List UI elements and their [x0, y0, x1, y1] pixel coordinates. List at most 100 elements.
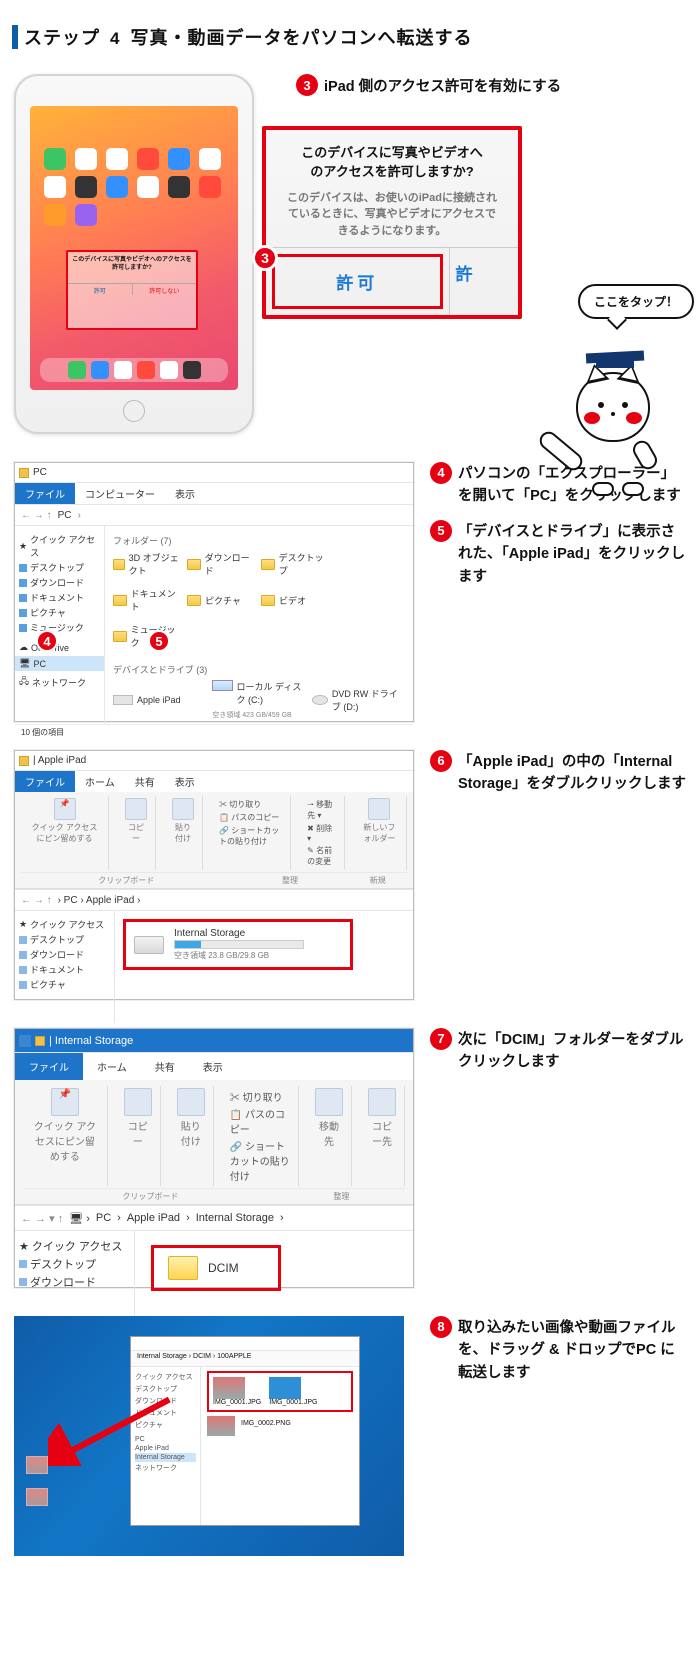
device-local-c[interactable]: ローカル ディスク (C:) 空き領域 423 GB/459 GB: [212, 680, 305, 720]
ipad-dock: [40, 358, 228, 382]
ex1-tab-computer[interactable]: コンピューター: [75, 483, 165, 504]
ex3-sidebar: ★ クイック アクセス デスクトップ ダウンロード: [15, 1231, 135, 1323]
mini-dialog-deny[interactable]: 許可しない: [132, 284, 197, 295]
delete-cmd[interactable]: ✖ 削除 ▾: [307, 822, 336, 844]
internal-storage-item[interactable]: Internal Storage 空き領域 23.8 GB/29.8 GB: [123, 919, 353, 970]
selected-files-box[interactable]: IMG_0001.JPG IMG_0001.JPG: [207, 1371, 353, 1412]
ex1-main: フォルダー (7) 3D オブジェクト ダウンロード デスクトップ ドキュメント…: [105, 526, 413, 724]
ex2-side-document[interactable]: ドキュメント: [19, 962, 110, 977]
folder-download[interactable]: ダウンロード: [187, 551, 257, 577]
image-file-icon[interactable]: [26, 1488, 48, 1506]
device-apple-ipad[interactable]: Apple iPad: [113, 680, 206, 720]
folder-video[interactable]: ビデオ: [261, 587, 331, 613]
instruction-5: 5 「デバイスとドライブ」に表示された、「Apple iPad」をクリックします: [430, 520, 686, 588]
side-onedrive[interactable]: ☁ OneDrive: [19, 641, 100, 654]
desktop-explorer-window: Internal Storage › DCIM › 100APPLE クイック …: [130, 1336, 360, 1526]
ex2-tab-file[interactable]: ファイル: [15, 771, 75, 792]
side-quick[interactable]: ★ クイック アクセス: [19, 532, 100, 560]
desk-address[interactable]: Internal Storage › DCIM › 100APPLE: [131, 1351, 359, 1367]
drive-icon: [134, 936, 164, 954]
mini-dialog-allow[interactable]: 許可: [68, 284, 132, 295]
thumb-icon[interactable]: [207, 1416, 235, 1436]
ex2-side-quick[interactable]: ★ クイック アクセス: [19, 917, 110, 932]
ex2-side-picture[interactable]: ピクチャ: [19, 977, 110, 992]
speech-bubble: ここをタップ！: [578, 284, 694, 319]
step-title: ステップ 4 写真・動画データをパソコンへ転送する: [24, 24, 473, 50]
side-network[interactable]: 🖧 ネットワーク: [19, 673, 100, 691]
ex3-tab-view[interactable]: 表示: [189, 1053, 237, 1080]
rename-cmd[interactable]: ✎ 名前の変更: [307, 844, 336, 868]
step-prefix: ステップ: [24, 28, 100, 48]
badge-8: 8: [430, 1316, 452, 1338]
ex1-titlebar: PC: [15, 463, 413, 483]
ex1-address-bar[interactable]: ← → ↑ PC›: [15, 504, 413, 526]
ex3-side-desktop[interactable]: デスクトップ: [19, 1255, 130, 1273]
ex3-ribbon: 📌 クイック アクセスにピン留めする コピー 貼り付け ✂ 切り取り 📋 パスの…: [15, 1080, 413, 1205]
paste-icon[interactable]: [177, 1088, 205, 1116]
folder-3d[interactable]: 3D オブジェクト: [113, 551, 183, 577]
explorer-icon: [19, 468, 29, 478]
folder-dcim[interactable]: DCIM: [151, 1245, 281, 1291]
image-file-icon[interactable]: [26, 1456, 48, 1474]
instruction-7: 7 次に「DCIM」フォルダーをダブルクリックします: [430, 1028, 686, 1074]
ex2-tab-view[interactable]: 表示: [165, 771, 205, 792]
badge-6: 6: [430, 750, 452, 772]
side-music[interactable]: ミュージック: [19, 620, 100, 635]
popup-allow-button[interactable]: 許可: [272, 254, 443, 309]
device-dvd[interactable]: DVD RW ドライブ (D:): [312, 680, 405, 720]
ex1-tab-file[interactable]: ファイル: [15, 483, 75, 504]
side-picture[interactable]: ピクチャ: [19, 605, 100, 620]
pin-icon[interactable]: 📌: [54, 798, 76, 820]
ex2-side-desktop[interactable]: デスクトップ: [19, 932, 110, 947]
paste-icon[interactable]: [172, 798, 194, 820]
drive-freespace: 空き領域 23.8 GB/29.8 GB: [174, 950, 304, 961]
ex2-side-download[interactable]: ダウンロード: [19, 947, 110, 962]
ex3-side-download[interactable]: ダウンロード: [19, 1273, 130, 1291]
newfolder-icon[interactable]: [368, 798, 390, 820]
ex2-address-bar[interactable]: ← → ↑ › PC › Apple iPad ›: [15, 889, 413, 911]
desktop-screenshot: Internal Storage › DCIM › 100APPLE クイック …: [14, 1316, 414, 1556]
copy-icon[interactable]: [124, 1088, 152, 1116]
mini-dialog-title: このデバイスに写真やビデオへのアクセスを許可しますか?: [72, 257, 192, 272]
moveto-cmd[interactable]: ⇀ 移動先 ▾: [307, 798, 336, 822]
pastesc-cmd[interactable]: 🔗 ショートカットの貼り付け: [219, 824, 282, 848]
ex1-statusbar: 10 個の項目: [15, 724, 413, 740]
cut-cmd[interactable]: ✂ 切り取り: [219, 798, 282, 811]
popup-title: このデバイスに写真やビデオへ のアクセスを許可しますか?: [266, 130, 518, 186]
desktop-target-icons[interactable]: [26, 1456, 48, 1506]
step-header: ステップ 4 写真・動画データをパソコンへ転送する: [0, 0, 700, 68]
pin-icon[interactable]: 📌: [51, 1088, 79, 1116]
ipad-home-button[interactable]: [123, 400, 145, 422]
folder-document[interactable]: ドキュメント: [113, 587, 183, 613]
copypath-cmd[interactable]: 📋 パスのコピー: [219, 811, 282, 824]
ex1-tab-view[interactable]: 表示: [165, 483, 205, 504]
ipad-app-grid: [44, 148, 224, 226]
ipad-mini-dialog: このデバイスに写真やビデオへのアクセスを許可しますか? 許可 許可しない: [66, 250, 198, 330]
ex3-tab-home[interactable]: ホーム: [83, 1053, 141, 1080]
popup-allow-cut[interactable]: 許: [449, 248, 519, 315]
row-ipad-permission: このデバイスに写真やビデオへのアクセスを許可しますか? 許可 許可しない 3 i…: [0, 68, 700, 456]
ex2-tab-home[interactable]: ホーム: [75, 771, 125, 792]
side-document[interactable]: ドキュメント: [19, 590, 100, 605]
ex3-address-bar[interactable]: ← → ▾ ↑ 🖥 › PC › Apple iPad › Internal S…: [15, 1205, 413, 1231]
thumb-icon[interactable]: [213, 1377, 245, 1399]
ex2-tab-share[interactable]: 共有: [125, 771, 165, 792]
explorer-pc-window: PC ファイル コンピューター 表示 ← → ↑ PC› ★ クイック アクセス…: [14, 462, 414, 722]
ex3-tab-file[interactable]: ファイル: [15, 1053, 83, 1080]
side-download[interactable]: ダウンロード: [19, 575, 100, 590]
copypath-cmd[interactable]: 📋 パスのコピー: [230, 1105, 290, 1137]
badge-5-overlay: 5: [148, 630, 170, 652]
copy-icon[interactable]: [125, 798, 147, 820]
side-pc[interactable]: 🖥 PC: [15, 656, 104, 671]
ex3-side-quick[interactable]: ★ クイック アクセス: [19, 1237, 130, 1255]
thumb-icon[interactable]: [269, 1377, 301, 1399]
pastesc-cmd[interactable]: 🔗 ショートカットの貼り付け: [230, 1137, 290, 1184]
ipad-device: このデバイスに写真やビデオへのアクセスを許可しますか? 許可 許可しない: [14, 74, 254, 434]
cut-cmd[interactable]: ✂ 切り取り: [230, 1088, 290, 1105]
copyto-icon[interactable]: [368, 1088, 396, 1116]
side-desktop[interactable]: デスクトップ: [19, 560, 100, 575]
folder-picture[interactable]: ピクチャ: [187, 587, 257, 613]
ex3-tab-share[interactable]: 共有: [141, 1053, 189, 1080]
folder-desktop[interactable]: デスクトップ: [261, 551, 331, 577]
moveto-icon[interactable]: [315, 1088, 343, 1116]
